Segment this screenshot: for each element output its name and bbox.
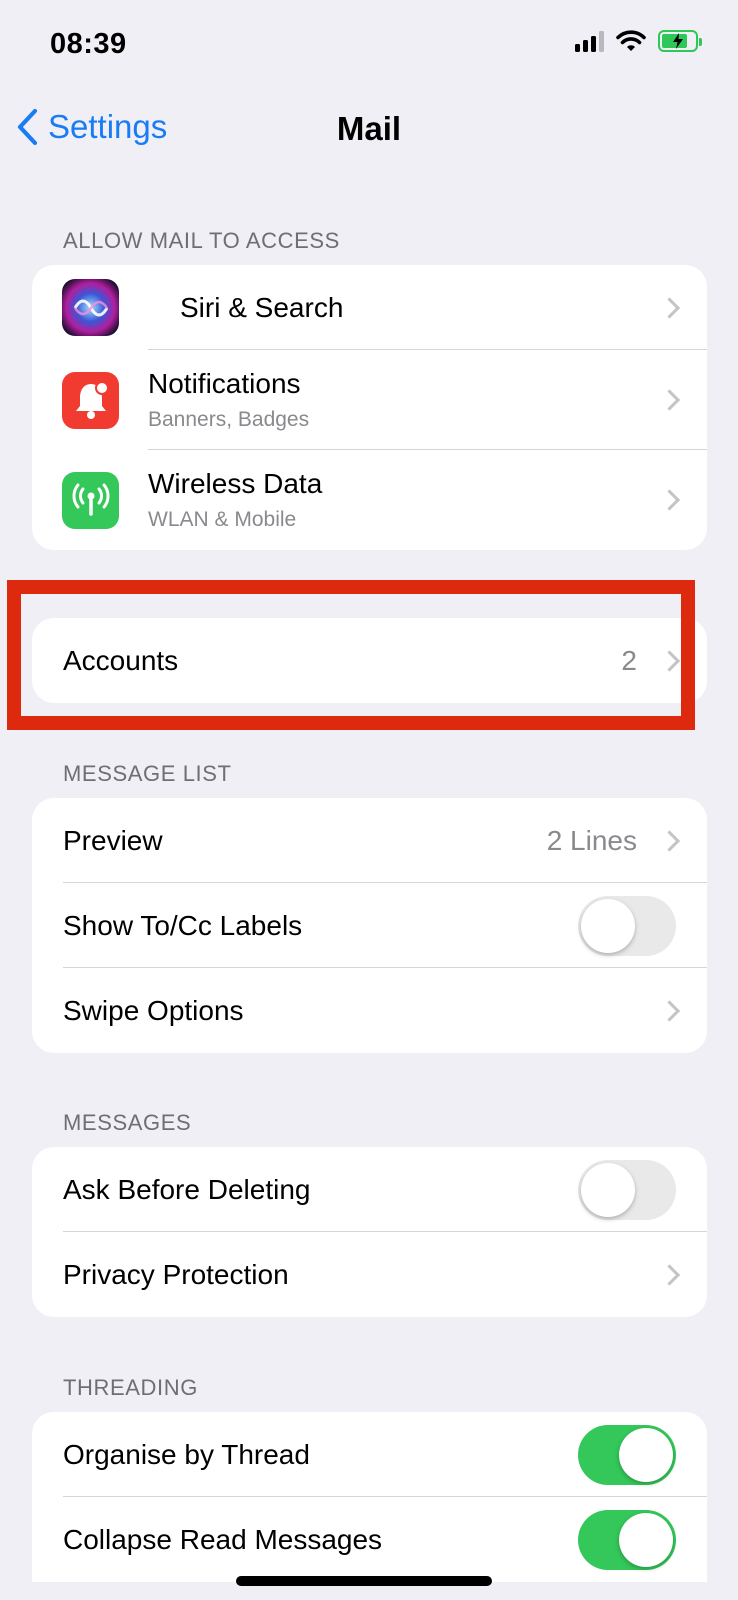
status-icons — [575, 30, 702, 52]
antenna-icon — [62, 471, 119, 529]
section-header-message-list: MESSAGE LIST — [63, 761, 232, 786]
row-label: Swipe Options — [63, 994, 244, 1026]
chevron-right-icon — [658, 999, 681, 1022]
siri-search-row[interactable]: Siri & Search — [32, 265, 707, 350]
chevron-right-icon — [658, 829, 681, 852]
row-label: Show To/Cc Labels — [63, 909, 303, 941]
bell-icon — [62, 371, 119, 429]
row-label: Preview — [63, 824, 163, 856]
siri-icon — [62, 279, 119, 336]
row-label: Siri & Search — [180, 291, 344, 323]
preview-row[interactable]: Preview 2 Lines — [32, 798, 707, 883]
access-group: Siri & Search Notifications Banners, Bad… — [32, 265, 707, 550]
message-list-group: Preview 2 Lines Show To/Cc Labels Swipe … — [32, 798, 707, 1053]
notifications-row[interactable]: Notifications Banners, Badges — [32, 350, 707, 450]
chevron-right-icon — [658, 389, 681, 411]
row-label: Ask Before Deleting — [63, 1173, 311, 1205]
wireless-data-row[interactable]: Wireless Data WLAN & Mobile — [32, 450, 707, 550]
cellular-signal-icon — [575, 30, 604, 52]
collapse-read-messages-toggle[interactable] — [578, 1509, 676, 1570]
row-sublabel: Banners, Badges — [148, 408, 310, 431]
ask-before-deleting-toggle[interactable] — [578, 1159, 676, 1220]
status-time: 08:39 — [50, 28, 127, 60]
messages-group: Ask Before Deleting Privacy Protection — [32, 1147, 707, 1317]
row-label: Privacy Protection — [63, 1258, 289, 1290]
row-label: Wireless Data — [148, 468, 323, 499]
row-label: Notifications — [148, 368, 301, 399]
page-title: Mail — [336, 110, 402, 147]
home-indicator[interactable] — [236, 1576, 492, 1586]
organise-by-thread-row: Organise by Thread — [32, 1412, 707, 1497]
chevron-right-icon — [658, 1263, 681, 1286]
preview-value: 2 Lines — [546, 824, 637, 856]
chevron-right-icon — [658, 489, 681, 511]
collapse-read-messages-row: Collapse Read Messages — [32, 1497, 707, 1582]
privacy-protection-row[interactable]: Privacy Protection — [32, 1232, 707, 1317]
ask-before-deleting-row: Ask Before Deleting — [32, 1147, 707, 1232]
chevron-right-icon — [658, 296, 681, 319]
wifi-icon — [616, 30, 646, 51]
section-header-access: ALLOW MAIL TO ACCESS — [63, 228, 340, 253]
section-header-threading: THREADING — [63, 1375, 198, 1400]
row-sublabel: WLAN & Mobile — [148, 508, 297, 531]
row-label: Collapse Read Messages — [63, 1523, 383, 1555]
section-header-messages: MESSAGES — [63, 1110, 192, 1135]
battery-icon — [658, 30, 702, 52]
swipe-options-row[interactable]: Swipe Options — [32, 968, 707, 1053]
highlight-box — [7, 580, 695, 730]
threading-group: Organise by Thread Collapse Read Message… — [32, 1412, 707, 1582]
show-to-cc-labels-toggle[interactable] — [578, 895, 676, 956]
organise-by-thread-toggle[interactable] — [578, 1424, 676, 1485]
show-to-cc-labels-row: Show To/Cc Labels — [32, 883, 707, 968]
row-label: Organise by Thread — [63, 1438, 310, 1470]
